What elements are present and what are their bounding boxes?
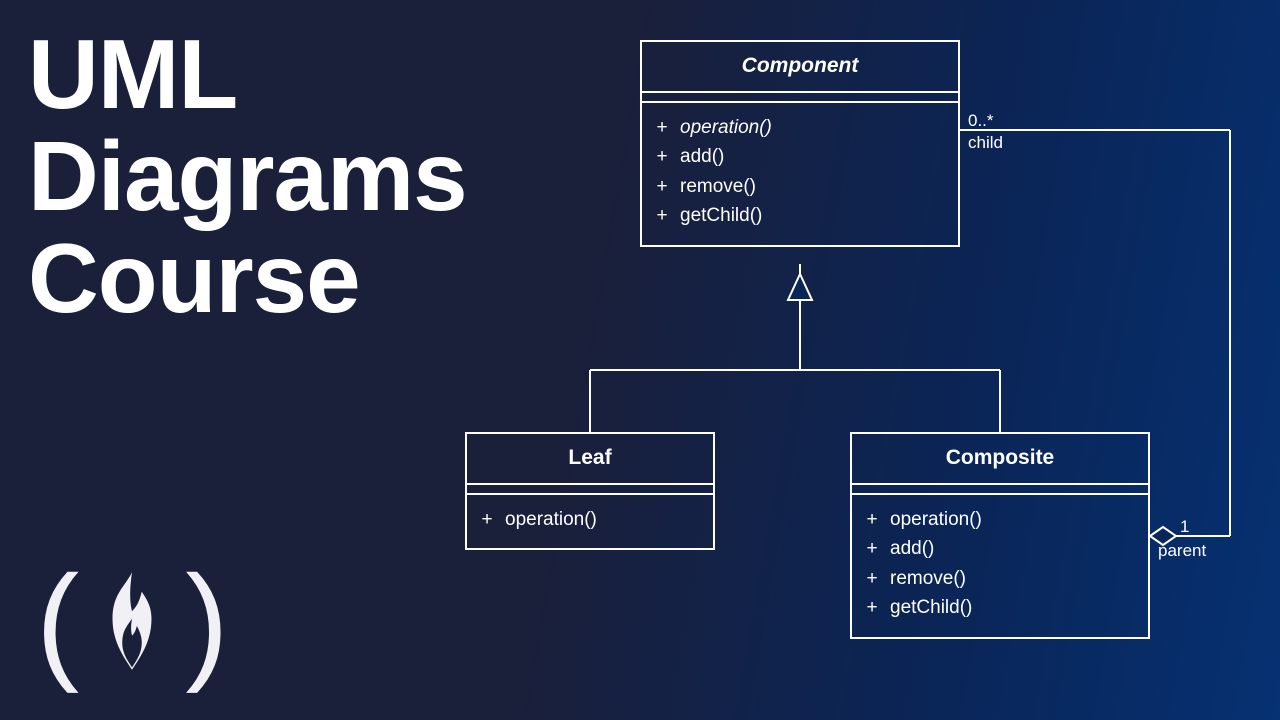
class-operations: +operation() +add() +remove() +getChild(… <box>852 495 1148 637</box>
title-line-3: Course <box>28 228 467 330</box>
class-name: Component <box>642 42 958 93</box>
class-name: Leaf <box>467 434 713 485</box>
title-line-1: UML <box>28 24 467 126</box>
uml-class-composite: Composite +operation() +add() +remove() … <box>850 432 1150 639</box>
class-separator <box>642 93 958 103</box>
uml-class-component: Component +operation() +add() +remove() … <box>640 40 960 247</box>
flame-icon <box>93 569 171 673</box>
close-paren-icon: ) <box>185 556 228 686</box>
class-separator <box>852 485 1148 495</box>
open-paren-icon: ( <box>36 556 79 686</box>
class-name: Composite <box>852 434 1148 485</box>
assoc-parent-mult: 1 <box>1180 516 1189 537</box>
assoc-child-mult: 0..* <box>968 110 994 131</box>
assoc-parent-role: parent <box>1158 540 1206 561</box>
course-title: UML Diagrams Course <box>28 24 467 330</box>
class-separator <box>467 485 713 495</box>
class-operations: +operation() +add() +remove() +getChild(… <box>642 103 958 245</box>
class-operations: +operation() <box>467 495 713 548</box>
assoc-child-role: child <box>968 132 1003 153</box>
title-line-2: Diagrams <box>28 126 467 228</box>
uml-class-leaf: Leaf +operation() <box>465 432 715 550</box>
brand-logo: ( ) <box>36 556 229 686</box>
